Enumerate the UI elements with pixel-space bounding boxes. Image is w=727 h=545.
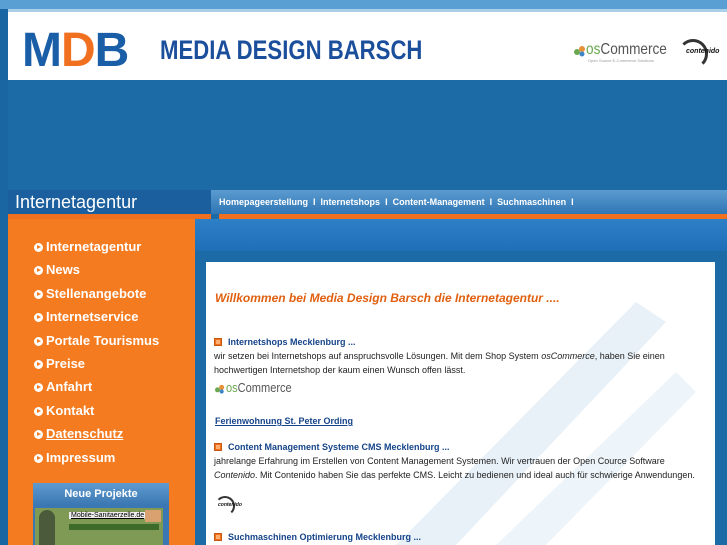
orange-square-icon	[214, 338, 222, 346]
oscommerce-logo[interactable]: osCommerce Open Source E-Commerce Soluti…	[574, 41, 674, 65]
nav-link-suchmaschinen[interactable]: Suchmaschinen	[497, 197, 566, 207]
oscommerce-small-logo-text: osCommerce	[226, 380, 292, 395]
nav-link-homepageerstellung[interactable]: Homepageerstellung	[219, 197, 308, 207]
oscommerce-logo-subtitle: Open Source E-Commerce Solutions	[588, 58, 654, 63]
welcome-heading: Willkommen bei Media Design Barsch die I…	[215, 291, 560, 305]
logo-letter-d: D	[60, 24, 96, 77]
project-banner-strip	[69, 524, 159, 530]
nav-separator: I	[571, 197, 574, 207]
project-thumbnail[interactable]: Mobile-Sanitaerzelle.de	[35, 508, 163, 545]
arrow-bullet-icon	[34, 430, 43, 440]
arrow-bullet-icon	[34, 289, 43, 299]
nav-link-internetshops[interactable]: Internetshops	[321, 197, 381, 207]
arrow-bullet-icon	[34, 243, 43, 252]
oscommerce-dots-icon	[574, 46, 585, 57]
sidebar-item-internetservice[interactable]: Internetservice	[34, 307, 159, 330]
contenido-small-logo-text: contenido	[218, 502, 242, 508]
ferienwohnung-link[interactable]: Ferienwohnung St. Peter Ording	[215, 416, 353, 426]
main-content: Willkommen bei Media Design Barsch die I…	[206, 262, 715, 545]
oscommerce-dots-icon	[215, 384, 225, 394]
section-cms: Content Management Systeme CMS Mecklenbu…	[214, 440, 709, 482]
new-projects-box: Neue Projekte Mobile-Sanitaerzelle.de	[33, 483, 169, 545]
nav-separator: I	[489, 197, 493, 207]
content-header-bar	[195, 219, 727, 251]
orange-square-icon	[214, 443, 222, 451]
arrow-bullet-icon	[34, 336, 43, 346]
section-text-internetshops: wir setzen bei Internetshops auf anspruc…	[214, 351, 665, 375]
nav-separator: I	[385, 197, 388, 207]
sidebar-item-portale-tourismus[interactable]: Portale Tourismus	[34, 331, 159, 354]
section-heading-seo[interactable]: Suchmaschinen Optimierung Mecklenburg ..…	[214, 530, 709, 544]
top-strip	[0, 0, 727, 9]
top-navigation: Internetagentur Homepageerstellung I Inter…	[8, 190, 727, 214]
sidebar-item-impressum[interactable]: Impressum	[34, 448, 159, 471]
site-header: MDB MEDIA DESIGN BARSCH osCommerce Open …	[8, 9, 727, 80]
orange-square-icon	[214, 533, 222, 541]
nav-section-title: Internetagentur	[8, 190, 211, 214]
nav-link-content-management[interactable]: Content-Management	[393, 197, 485, 207]
oscommerce-logo-text: osCommerce	[586, 41, 667, 58]
sidebar-menu: Internetagentur News Stellenangebote Int…	[34, 237, 159, 471]
contenido-small-logo[interactable]: contenido	[215, 496, 242, 518]
project-product-image	[145, 510, 161, 522]
sidebar-item-news[interactable]: News	[34, 260, 159, 283]
nav-separator: I	[313, 197, 316, 207]
watermark-graphic	[396, 302, 696, 545]
section-heading-internetshops[interactable]: Internetshops Mecklenburg ...	[214, 335, 709, 349]
oscommerce-small-logo[interactable]: osCommerce	[215, 380, 295, 400]
mdb-logo[interactable]: MDB	[22, 23, 130, 79]
sidebar-item-stellenangebote[interactable]: Stellenangebote	[34, 284, 159, 307]
logo-letter-m: M	[22, 24, 62, 77]
sidebar-item-anfahrt[interactable]: Anfahrt	[34, 377, 159, 400]
header-top-line	[8, 9, 727, 12]
project-person-image	[39, 510, 55, 545]
nav-links: Homepageerstellung I Internetshops I Content…	[211, 190, 727, 214]
new-projects-title: Neue Projekte	[33, 483, 169, 505]
logo-letter-b: B	[94, 24, 130, 77]
arrow-bullet-icon	[34, 313, 43, 323]
project-thumbnail-label[interactable]: Mobile-Sanitaerzelle.de	[69, 512, 147, 519]
site-title: MEDIA DESIGN BARSCH	[160, 35, 423, 65]
arrow-bullet-icon	[34, 406, 43, 416]
contenido-logo-text: contenido	[686, 48, 720, 55]
header-blue-band	[8, 80, 727, 190]
contenido-logo[interactable]: contenido	[676, 39, 720, 69]
arrow-bullet-icon	[34, 453, 43, 463]
left-edge	[0, 9, 8, 545]
arrow-bullet-icon	[34, 383, 43, 393]
section-seo: Suchmaschinen Optimierung Mecklenburg ..…	[214, 530, 709, 544]
sidebar-item-preise[interactable]: Preise	[34, 354, 159, 377]
section-heading-cms[interactable]: Content Management Systeme CMS Mecklenbu…	[214, 440, 709, 454]
sidebar-item-internetagentur[interactable]: Internetagentur	[34, 237, 159, 260]
arrow-bullet-icon	[34, 266, 43, 276]
sidebar-item-kontakt[interactable]: Kontakt	[34, 401, 159, 424]
section-internetshops: Internetshops Mecklenburg ... wir setzen…	[214, 335, 709, 377]
sidebar-item-datenschutz[interactable]: Datenschutz	[34, 424, 159, 447]
arrow-bullet-icon	[34, 359, 43, 369]
section-text-cms: jahrelange Erfahrung im Erstellen von Co…	[214, 456, 695, 480]
sidebar: Internetagentur News Stellenangebote Int…	[8, 219, 195, 545]
